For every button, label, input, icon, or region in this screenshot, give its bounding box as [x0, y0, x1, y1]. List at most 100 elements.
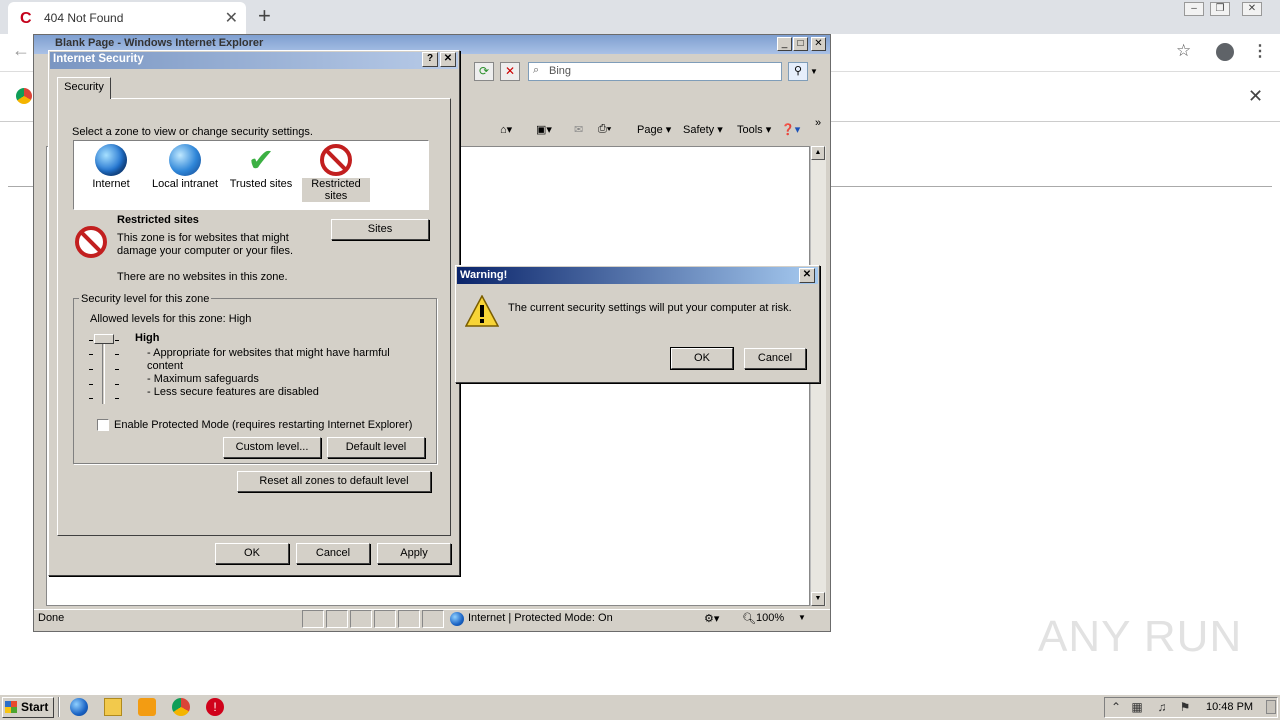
status-pane: [326, 610, 348, 628]
home-icon[interactable]: ⌂▾: [500, 123, 512, 136]
tab-title: 404 Not Found: [44, 11, 124, 25]
warning-cancel-button[interactable]: Cancel: [744, 348, 806, 369]
chrome-menu-icon[interactable]: ⋮: [1252, 41, 1268, 61]
new-tab-button[interactable]: +: [258, 3, 271, 29]
zone-restricted-sites[interactable]: Restricted sites: [302, 144, 370, 202]
zone-internet[interactable]: Internet: [75, 144, 147, 190]
mail-icon[interactable]: ✉: [574, 123, 583, 136]
account-avatar-icon[interactable]: [1216, 43, 1234, 61]
globe-icon: [95, 144, 127, 176]
action-center-flag-icon[interactable]: ⚑: [1178, 700, 1192, 714]
clock[interactable]: 10:48 PM: [1206, 701, 1253, 713]
level-description: - Appropriate for websites that might ha…: [147, 347, 417, 399]
zone-note: There are no websites in this zone.: [117, 271, 288, 283]
safety-menu[interactable]: Safety ▾: [683, 123, 723, 136]
more-commands-chevron-icon[interactable]: »: [815, 117, 821, 129]
tab-close-icon[interactable]: ✕: [225, 8, 238, 28]
status-zoom[interactable]: 100%: [756, 612, 784, 624]
scroll-down-arrow-icon[interactable]: ▼: [811, 592, 825, 606]
stop-icon[interactable]: ✕: [500, 62, 520, 81]
warning-icon: [465, 295, 499, 327]
allowed-levels: Allowed levels for this zone: High: [90, 313, 252, 325]
reset-all-zones-button[interactable]: Reset all zones to default level: [237, 471, 431, 492]
show-desktop-button[interactable]: [1266, 700, 1276, 714]
status-pane: [302, 610, 324, 628]
page-menu[interactable]: Page ▾: [637, 123, 671, 136]
chrome-tab[interactable]: C 404 Not Found ✕: [8, 2, 246, 34]
slider-tick: [89, 354, 93, 355]
watermark: ANY RUN: [1038, 612, 1243, 661]
zone-label: Local intranet: [151, 178, 219, 190]
print-icon[interactable]: ⎙▾: [598, 123, 611, 136]
bookmark-star-icon[interactable]: ☆: [1176, 41, 1191, 61]
zone-instruction: Select a zone to view or change security…: [72, 126, 313, 138]
volume-icon[interactable]: ♫: [1155, 700, 1169, 714]
taskbar: [0, 694, 1280, 720]
refresh-icon[interactable]: ⟳: [474, 62, 494, 81]
warning-ok-button[interactable]: OK: [670, 347, 734, 370]
explorer-folder-icon[interactable]: [104, 698, 122, 716]
search-go-button[interactable]: ⚲: [788, 62, 808, 81]
zoom-dropdown-icon[interactable]: ▼: [798, 613, 806, 622]
chrome-close-button[interactable]: ✕: [1242, 2, 1262, 16]
slider-tick: [115, 369, 119, 370]
security-level-slider-thumb[interactable]: [94, 334, 114, 344]
chrome-logo-icon: [16, 88, 32, 104]
protected-mode-label[interactable]: Enable Protected Mode (requires restarti…: [114, 419, 412, 431]
status-pane: [422, 610, 444, 628]
search-dropdown-icon[interactable]: ▼: [808, 62, 820, 81]
cancel-button[interactable]: Cancel: [296, 543, 370, 564]
ie-taskbar-icon[interactable]: [70, 698, 88, 716]
restricted-zone-icon: [75, 226, 107, 258]
level-point: - Less secure features are disabled: [147, 386, 319, 398]
search-input[interactable]: Bing: [528, 62, 782, 81]
slider-tick: [89, 340, 93, 341]
level-point: - Maximum safeguards: [147, 373, 259, 385]
warning-titlebar: [457, 267, 818, 284]
ie-maximize-button[interactable]: □: [793, 37, 808, 51]
zone-trusted-sites[interactable]: ✔ Trusted sites: [225, 144, 297, 190]
windows-flag-icon: [5, 701, 17, 713]
slider-tick: [89, 384, 93, 385]
protected-mode-checkbox[interactable]: [97, 419, 109, 431]
zone-label: Internet: [92, 178, 130, 190]
zone-label: Trusted sites: [229, 178, 293, 190]
tray-expand-icon[interactable]: ⌃: [1109, 700, 1123, 714]
dialog-close-button[interactable]: ✕: [440, 52, 456, 67]
zoom-icon: 🔍︎: [742, 613, 756, 625]
default-level-button[interactable]: Default level: [327, 437, 425, 458]
apply-button[interactable]: Apply: [377, 543, 451, 564]
infobar-close-icon[interactable]: ✕: [1248, 86, 1263, 107]
network-icon[interactable]: ▦: [1130, 700, 1144, 714]
back-arrow-icon[interactable]: ←: [12, 40, 30, 61]
network-globe-icon: [169, 144, 201, 176]
sites-button[interactable]: Sites: [331, 219, 429, 240]
slider-tick: [115, 384, 119, 385]
checkmark-icon: ✔: [247, 141, 275, 179]
chrome-restore-button[interactable]: ❐: [1210, 2, 1230, 16]
status-zone[interactable]: Internet | Protected Mode: On: [468, 612, 613, 624]
help-button[interactable]: ?: [422, 52, 438, 67]
zone-local-intranet[interactable]: Local intranet: [149, 144, 221, 190]
ok-button[interactable]: OK: [215, 543, 289, 564]
warning-close-button[interactable]: ✕: [799, 268, 815, 283]
scroll-up-arrow-icon[interactable]: ▲: [811, 146, 825, 160]
help-icon[interactable]: ❓▾: [781, 123, 800, 136]
chrome-minimize-button[interactable]: –: [1184, 2, 1204, 16]
warning-message: The current security settings will put y…: [508, 302, 792, 314]
slider-tick: [115, 354, 119, 355]
ie-close-button[interactable]: ✕: [811, 37, 826, 51]
level-name: High: [135, 332, 160, 344]
media-player-icon[interactable]: [138, 698, 156, 716]
search-magnifier-icon: ⌕: [533, 64, 540, 76]
tab-security[interactable]: Security: [57, 77, 111, 99]
ie-minimize-button[interactable]: _: [777, 37, 792, 51]
slider-tick: [89, 398, 93, 399]
restricted-icon: [320, 144, 352, 176]
feeds-icon[interactable]: ▣▾: [536, 123, 552, 136]
chrome-taskbar-icon[interactable]: [172, 698, 190, 716]
custom-level-button[interactable]: Custom level...: [223, 437, 321, 458]
security-alert-icon[interactable]: !: [206, 698, 224, 716]
tools-menu[interactable]: Tools ▾: [737, 123, 771, 136]
protected-mode-icon[interactable]: ⚙▾: [704, 612, 719, 625]
